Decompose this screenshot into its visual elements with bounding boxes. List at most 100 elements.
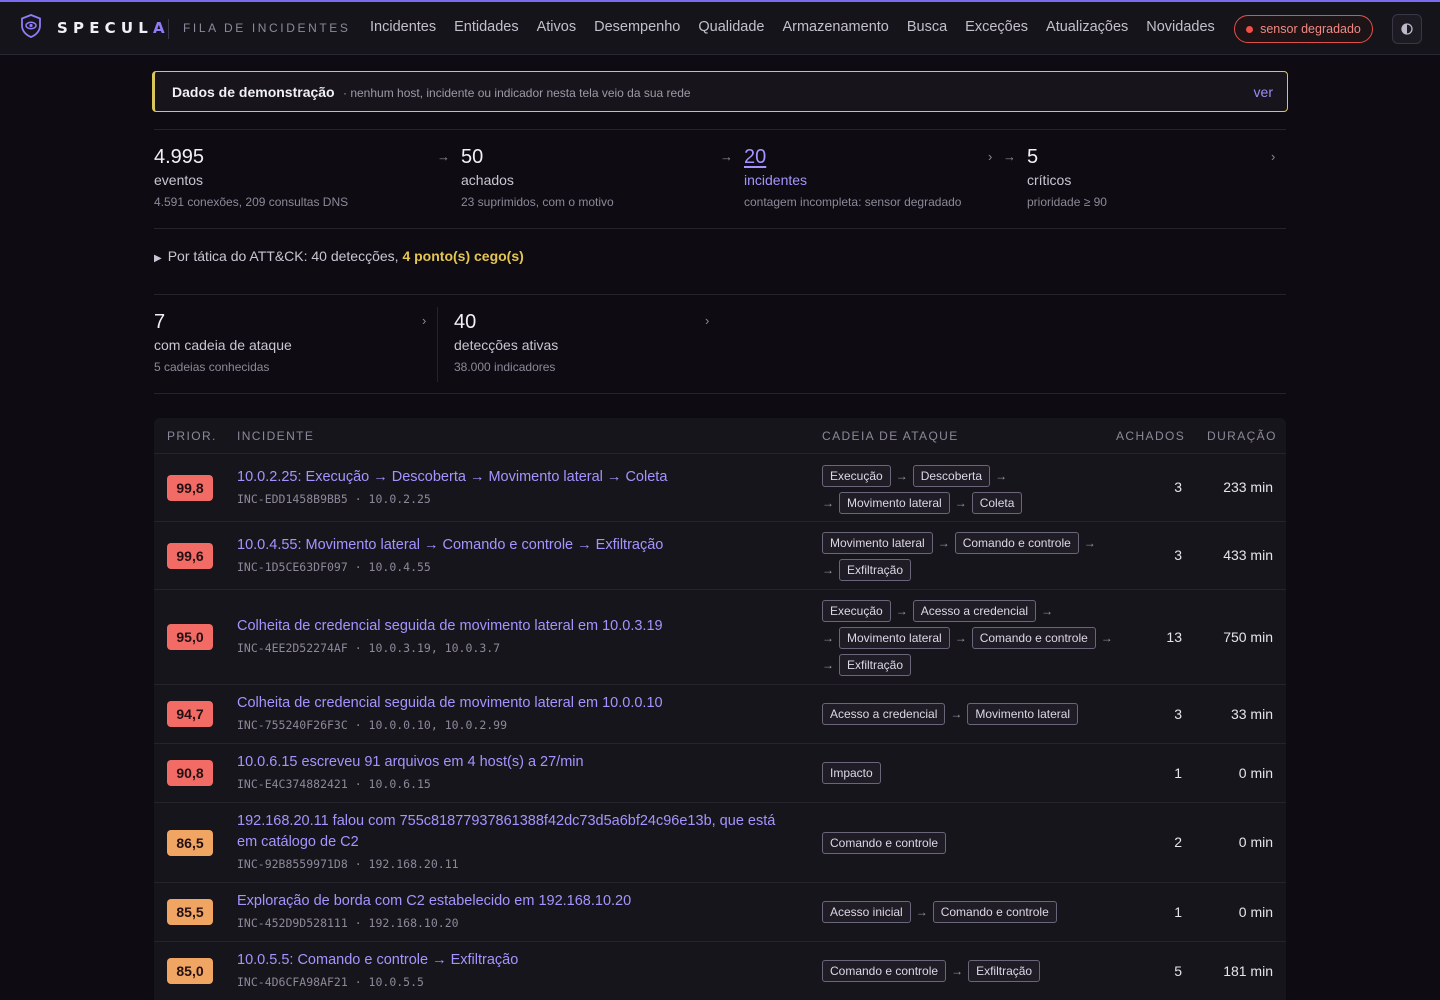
tactic-chip[interactable]: Acesso a credencial [822, 702, 946, 725]
tactic-chip[interactable]: Comando e controle [954, 531, 1079, 554]
sensor-status-badge[interactable]: sensor degradado [1234, 15, 1373, 43]
tactic-chip[interactable]: Exfiltração [839, 653, 912, 676]
arrow-right-icon: → [954, 630, 967, 645]
col-attack-chain[interactable]: CADEIA DE ATAQUE [822, 429, 959, 443]
stat-critical[interactable]: 5 críticos prioridade ≥ 90 [1027, 146, 1107, 209]
nav-desempenho[interactable]: Desempenho [594, 19, 680, 35]
stat-label: com cadeia de ataque [154, 337, 292, 353]
table-row[interactable]: 90,8 10.0.6.15 escreveu 91 arquivos em 4 … [154, 744, 1286, 803]
incident-title-link[interactable]: 192.168.20.11 falou com 755c818779378613… [237, 811, 797, 853]
attack-chain-line: Comando e controle → Exfiltração [822, 957, 1107, 984]
tactic-chip[interactable]: Acesso inicial [822, 900, 911, 923]
chevron-right-icon[interactable]: › [1271, 149, 1275, 164]
arrow-right-icon: → [895, 468, 908, 483]
stat-active-detections[interactable]: 40 detecções ativas 38.000 indicadores [454, 311, 558, 374]
incident-title-link[interactable]: 10.0.5.5: Comando e controle → Exfiltraç… [237, 950, 797, 971]
stat-value: 4.995 [154, 146, 205, 168]
nav-atualizacoes[interactable]: Atualizações [1046, 19, 1128, 35]
tactic-chip[interactable]: Execução [822, 464, 891, 487]
findings-count: 2 [1174, 834, 1182, 850]
stat-incidents[interactable]: 20 incidentes contagem incompleta: senso… [744, 146, 961, 209]
tactic-chip[interactable]: Comando e controle [932, 900, 1057, 923]
demo-data-banner: Dados de demonstração · nenhum host, inc… [152, 71, 1288, 112]
priority-badge: 95,0 [167, 624, 213, 650]
stat-sub: prioridade ≥ 90 [1027, 195, 1107, 209]
chevron-right-icon[interactable]: › [705, 313, 709, 328]
table-row[interactable]: 99,8 10.0.2.25: Execução → Descoberta → M… [154, 454, 1286, 522]
attack-chain-line: Movimento lateral → Comando e controle → [822, 529, 1107, 556]
tactic-chip[interactable]: Comando e controle [822, 831, 947, 854]
theme-toggle-button[interactable] [1392, 14, 1422, 44]
attack-chain: Acesso inicial → Comando e controle [822, 898, 1107, 925]
incident-title-link[interactable]: Colheita de credencial seguida de movime… [237, 616, 797, 637]
tactic-chip[interactable]: Movimento lateral [839, 491, 950, 514]
nav-qualidade[interactable]: Qualidade [698, 19, 764, 35]
divider-vertical [437, 307, 438, 382]
stat-findings[interactable]: 50 achados 23 suprimidos, com o motivo [461, 146, 614, 209]
incident-title-link[interactable]: 10.0.4.55: Movimento lateral → Comando e… [237, 535, 797, 556]
table-row[interactable]: 99,6 10.0.4.55: Movimento lateral → Coman… [154, 522, 1286, 590]
nav-busca[interactable]: Busca [907, 19, 947, 35]
incident-title-link[interactable]: 10.0.6.15 escreveu 91 arquivos em 4 host… [237, 752, 797, 773]
incident-title-link[interactable]: 10.0.2.25: Execução → Descoberta → Movim… [237, 467, 797, 488]
attack-chain-line: Acesso a credencial → Movimento lateral [822, 700, 1107, 727]
duration-value: 33 min [1230, 706, 1273, 722]
attack-tactics-toggle[interactable]: ▶ Por tática do ATT&CK: 40 detecções, 4 p… [154, 248, 524, 264]
arrow-right-icon: → [995, 468, 1008, 483]
attack-chain-line: → Exfiltração [822, 651, 1107, 678]
stat-value: 5 [1027, 146, 1039, 168]
attack-chain-line: → Movimento lateral → Comando e controle → [822, 624, 1113, 651]
nav-novidades[interactable]: Novidades [1146, 19, 1215, 35]
tactic-chip[interactable]: Exfiltração [839, 558, 912, 581]
page-subtitle: FILA DE INCIDENTES [183, 21, 351, 35]
nav-incidentes[interactable]: Incidentes [370, 19, 436, 35]
arrow-right-icon: → [437, 149, 450, 164]
nav-armazenamento[interactable]: Armazenamento [782, 19, 888, 35]
nav-ativos[interactable]: Ativos [537, 19, 577, 35]
table-row[interactable]: 85,5 Exploração de borda com C2 estabelec… [154, 883, 1286, 942]
shield-eye-icon[interactable] [20, 14, 42, 38]
brand-logo[interactable]: SPECULA [57, 19, 170, 37]
tactic-chip[interactable]: Execução [822, 599, 891, 622]
tactic-chip[interactable]: Movimento lateral [822, 531, 933, 554]
arrow-right-icon: → [915, 904, 928, 919]
duration-value: 181 min [1223, 963, 1273, 979]
col-duration[interactable]: DURAÇÃO [1207, 429, 1277, 443]
arrow-right-icon: → [822, 562, 834, 577]
incident-title-link[interactable]: Exploração de borda com C2 estabelecido … [237, 891, 797, 912]
col-incident[interactable]: INCIDENTE [237, 429, 314, 443]
table-row[interactable]: 94,7 Colheita de credencial seguida de mo… [154, 685, 1286, 744]
tactic-chip[interactable]: Movimento lateral [967, 702, 1079, 725]
nav-excecoes[interactable]: Exceções [965, 19, 1028, 35]
tactic-chip[interactable]: Acesso a credencial [912, 599, 1037, 622]
tactic-chip[interactable]: Comando e controle [822, 959, 947, 982]
chevron-right-icon[interactable]: › [422, 313, 426, 328]
tactic-chip[interactable]: Exfiltração [968, 959, 1041, 982]
stat-attack-chains[interactable]: 7 com cadeia de ataque 5 cadeias conheci… [154, 311, 292, 374]
tactic-chip[interactable]: Coleta [971, 491, 1023, 514]
table-row[interactable]: 95,0 Colheita de credencial seguida de mo… [154, 590, 1286, 685]
incident-title-link[interactable]: Colheita de credencial seguida de movime… [237, 693, 797, 714]
priority-badge: 86,5 [167, 830, 213, 856]
stat-sub: 4.591 conexões, 209 consultas DNS [154, 195, 349, 209]
stat-events[interactable]: 4.995 eventos 4.591 conexões, 209 consul… [154, 146, 348, 209]
col-priority[interactable]: PRIOR. [167, 429, 217, 443]
divider [154, 393, 1286, 394]
duration-value: 0 min [1238, 765, 1273, 781]
table-row[interactable]: 85,0 10.0.5.5: Comando e controle → Exfil… [154, 942, 1286, 1000]
chevron-right-icon[interactable]: › [988, 149, 992, 164]
tactic-chip[interactable]: Movimento lateral [839, 626, 950, 649]
table-row[interactable]: 86,5 192.168.20.11 falou com 755c81877937… [154, 803, 1286, 883]
findings-count: 3 [1174, 706, 1182, 722]
banner-view-link[interactable]: ver [1254, 84, 1273, 100]
nav-entidades[interactable]: Entidades [454, 19, 519, 35]
stat-sub: contagem incompleta: sensor degradado [744, 195, 962, 209]
col-findings[interactable]: ACHADOS [1116, 429, 1185, 443]
table-header: PRIOR. INCIDENTE CADEIA DE ATAQUE ACHADO… [154, 418, 1286, 454]
tactic-chip[interactable]: Descoberta [912, 464, 991, 487]
tactic-chip[interactable]: Comando e controle [971, 626, 1096, 649]
arrow-right-icon: → [1003, 149, 1016, 164]
attack-chain: Acesso a credencial → Movimento lateral [822, 700, 1107, 727]
brand-divider [168, 19, 169, 39]
tactic-chip[interactable]: Impacto [822, 761, 881, 784]
